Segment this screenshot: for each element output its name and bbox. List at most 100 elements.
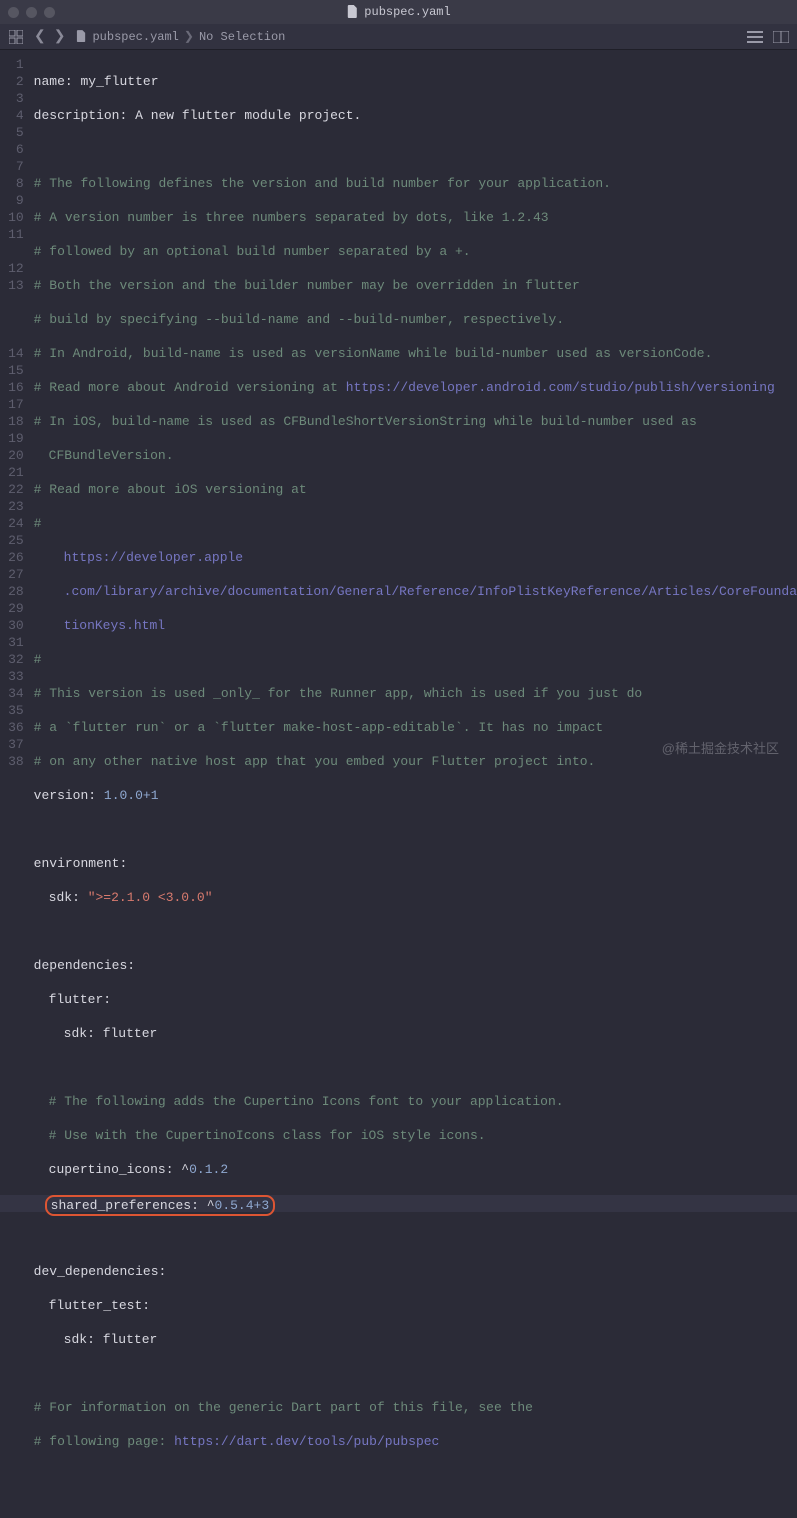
line-number: 8: [0, 175, 24, 192]
yaml-key: dependencies:: [34, 958, 135, 973]
nav-arrows: ❮ ❯: [34, 28, 65, 45]
line-number: 32: [0, 651, 24, 668]
line-number: 14: [0, 345, 24, 362]
watermark: @稀土掘金技术社区: [662, 738, 779, 757]
line-number: 30: [0, 617, 24, 634]
line-number: 35: [0, 702, 24, 719]
nav-forward-button[interactable]: ❯: [54, 28, 66, 45]
line-number: 20: [0, 447, 24, 464]
line-number: 3: [0, 90, 24, 107]
comment: # Read more about iOS versioning at: [34, 481, 797, 498]
line-number: 31: [0, 634, 24, 651]
comment: # This version is used _only_ for the Ru…: [34, 685, 797, 702]
traffic-lights: [8, 7, 55, 18]
comment: # build by specifying --build-name and -…: [34, 311, 797, 328]
comment: # For information on the generic Dart pa…: [34, 1399, 797, 1416]
line-number: [0, 294, 24, 311]
line-number: 27: [0, 566, 24, 583]
yaml-value: flutter: [95, 1332, 157, 1347]
file-icon: [75, 31, 87, 43]
line-number: 18: [0, 413, 24, 430]
maximize-window-button[interactable]: [44, 7, 55, 18]
yaml-key: version:: [34, 788, 96, 803]
minimize-window-button[interactable]: [26, 7, 37, 18]
line-number: 22: [0, 481, 24, 498]
line-number: 21: [0, 464, 24, 481]
close-window-button[interactable]: [8, 7, 19, 18]
comment: # A version number is three numbers sepa…: [34, 209, 797, 226]
breadcrumb[interactable]: pubspec.yaml ❯ No Selection: [75, 29, 737, 44]
yaml-key: sdk:: [49, 890, 80, 905]
yaml-key: cupertino_icons:: [49, 1162, 174, 1177]
yaml-value: ">=2.1.0 <3.0.0": [80, 890, 213, 905]
editor-options-icon[interactable]: [747, 29, 763, 45]
line-number: 11: [0, 226, 24, 243]
yaml-value: flutter: [95, 1026, 157, 1041]
yaml-key: sdk:: [64, 1026, 95, 1041]
comment: #: [34, 651, 797, 668]
line-number: 38: [0, 753, 24, 770]
title-filename: pubspec.yaml: [364, 5, 450, 19]
yaml-value: my_flutter: [73, 74, 159, 89]
yaml-key: dev_dependencies:: [34, 1264, 167, 1279]
line-number: [0, 243, 24, 260]
line-number: 16: [0, 379, 24, 396]
line-number: 7: [0, 158, 24, 175]
code-editor[interactable]: 1234567891011121314151617181920212223242…: [0, 50, 797, 773]
comment: # followed by an optional build number s…: [34, 243, 797, 260]
yaml-key: environment:: [34, 856, 128, 871]
url: tionKeys.html: [34, 617, 797, 634]
chevron-right-icon: ❯: [184, 29, 194, 44]
line-number: 10: [0, 209, 24, 226]
line-number: 28: [0, 583, 24, 600]
line-number: 6: [0, 141, 24, 158]
comment: # The following defines the version and …: [34, 175, 797, 192]
line-number: [0, 311, 24, 328]
url: https://dart.dev/tools/pub/pubspec: [174, 1434, 439, 1449]
comment: # Both the version and the builder numbe…: [34, 277, 797, 294]
split-editor-icon[interactable]: [773, 29, 789, 45]
yaml-value: A new flutter module project.: [127, 108, 361, 123]
line-number: 2: [0, 73, 24, 90]
line-number: 19: [0, 430, 24, 447]
yaml-key: description:: [34, 108, 128, 123]
comment: # The following adds the Cupertino Icons…: [34, 1093, 797, 1110]
version-number: 0.5.4+3: [215, 1198, 270, 1213]
comment: # In iOS, build-name is used as CFBundle…: [34, 413, 797, 430]
title-center: pubspec.yaml: [346, 5, 450, 19]
line-number: 36: [0, 719, 24, 736]
breadcrumb-file: pubspec.yaml: [92, 30, 178, 44]
line-number: 26: [0, 549, 24, 566]
comment: CFBundleVersion.: [34, 447, 797, 464]
yaml-key: shared_preferences:: [51, 1198, 199, 1213]
line-number: 12: [0, 260, 24, 277]
code-area[interactable]: name: my_flutter description: A new flut…: [34, 50, 797, 773]
line-number: 15: [0, 362, 24, 379]
yaml-key: sdk:: [64, 1332, 95, 1347]
nav-back-button[interactable]: ❮: [34, 28, 46, 45]
yaml-value: 1.0.0+1: [96, 788, 158, 803]
url: https://developer.apple: [34, 549, 797, 566]
highlighted-dependency: shared_preferences: ^0.5.4+3: [45, 1195, 275, 1216]
line-number: 13: [0, 277, 24, 294]
comment: # following page:: [34, 1434, 174, 1449]
related-items-icon[interactable]: [8, 29, 24, 45]
line-number: 33: [0, 668, 24, 685]
line-number: [0, 328, 24, 345]
line-number: 34: [0, 685, 24, 702]
url: .com/library/archive/documentation/Gener…: [34, 583, 797, 600]
toolbar: ❮ ❯ pubspec.yaml ❯ No Selection: [0, 24, 797, 50]
line-number: 17: [0, 396, 24, 413]
comment: # Use with the CupertinoIcons class for …: [34, 1127, 797, 1144]
yaml-key: name:: [34, 74, 73, 89]
line-number: 37: [0, 736, 24, 753]
yaml-key: flutter_test:: [49, 1298, 150, 1313]
line-number: 5: [0, 124, 24, 141]
window-titlebar: pubspec.yaml: [0, 0, 797, 24]
line-number: 25: [0, 532, 24, 549]
comment: # a `flutter run` or a `flutter make-hos…: [34, 719, 797, 736]
version-number: 0.1.2: [189, 1162, 228, 1177]
comment: # Read more about Android versioning at: [34, 380, 346, 395]
line-number-gutter: 1234567891011121314151617181920212223242…: [0, 50, 34, 773]
yaml-key: flutter:: [49, 992, 111, 1007]
